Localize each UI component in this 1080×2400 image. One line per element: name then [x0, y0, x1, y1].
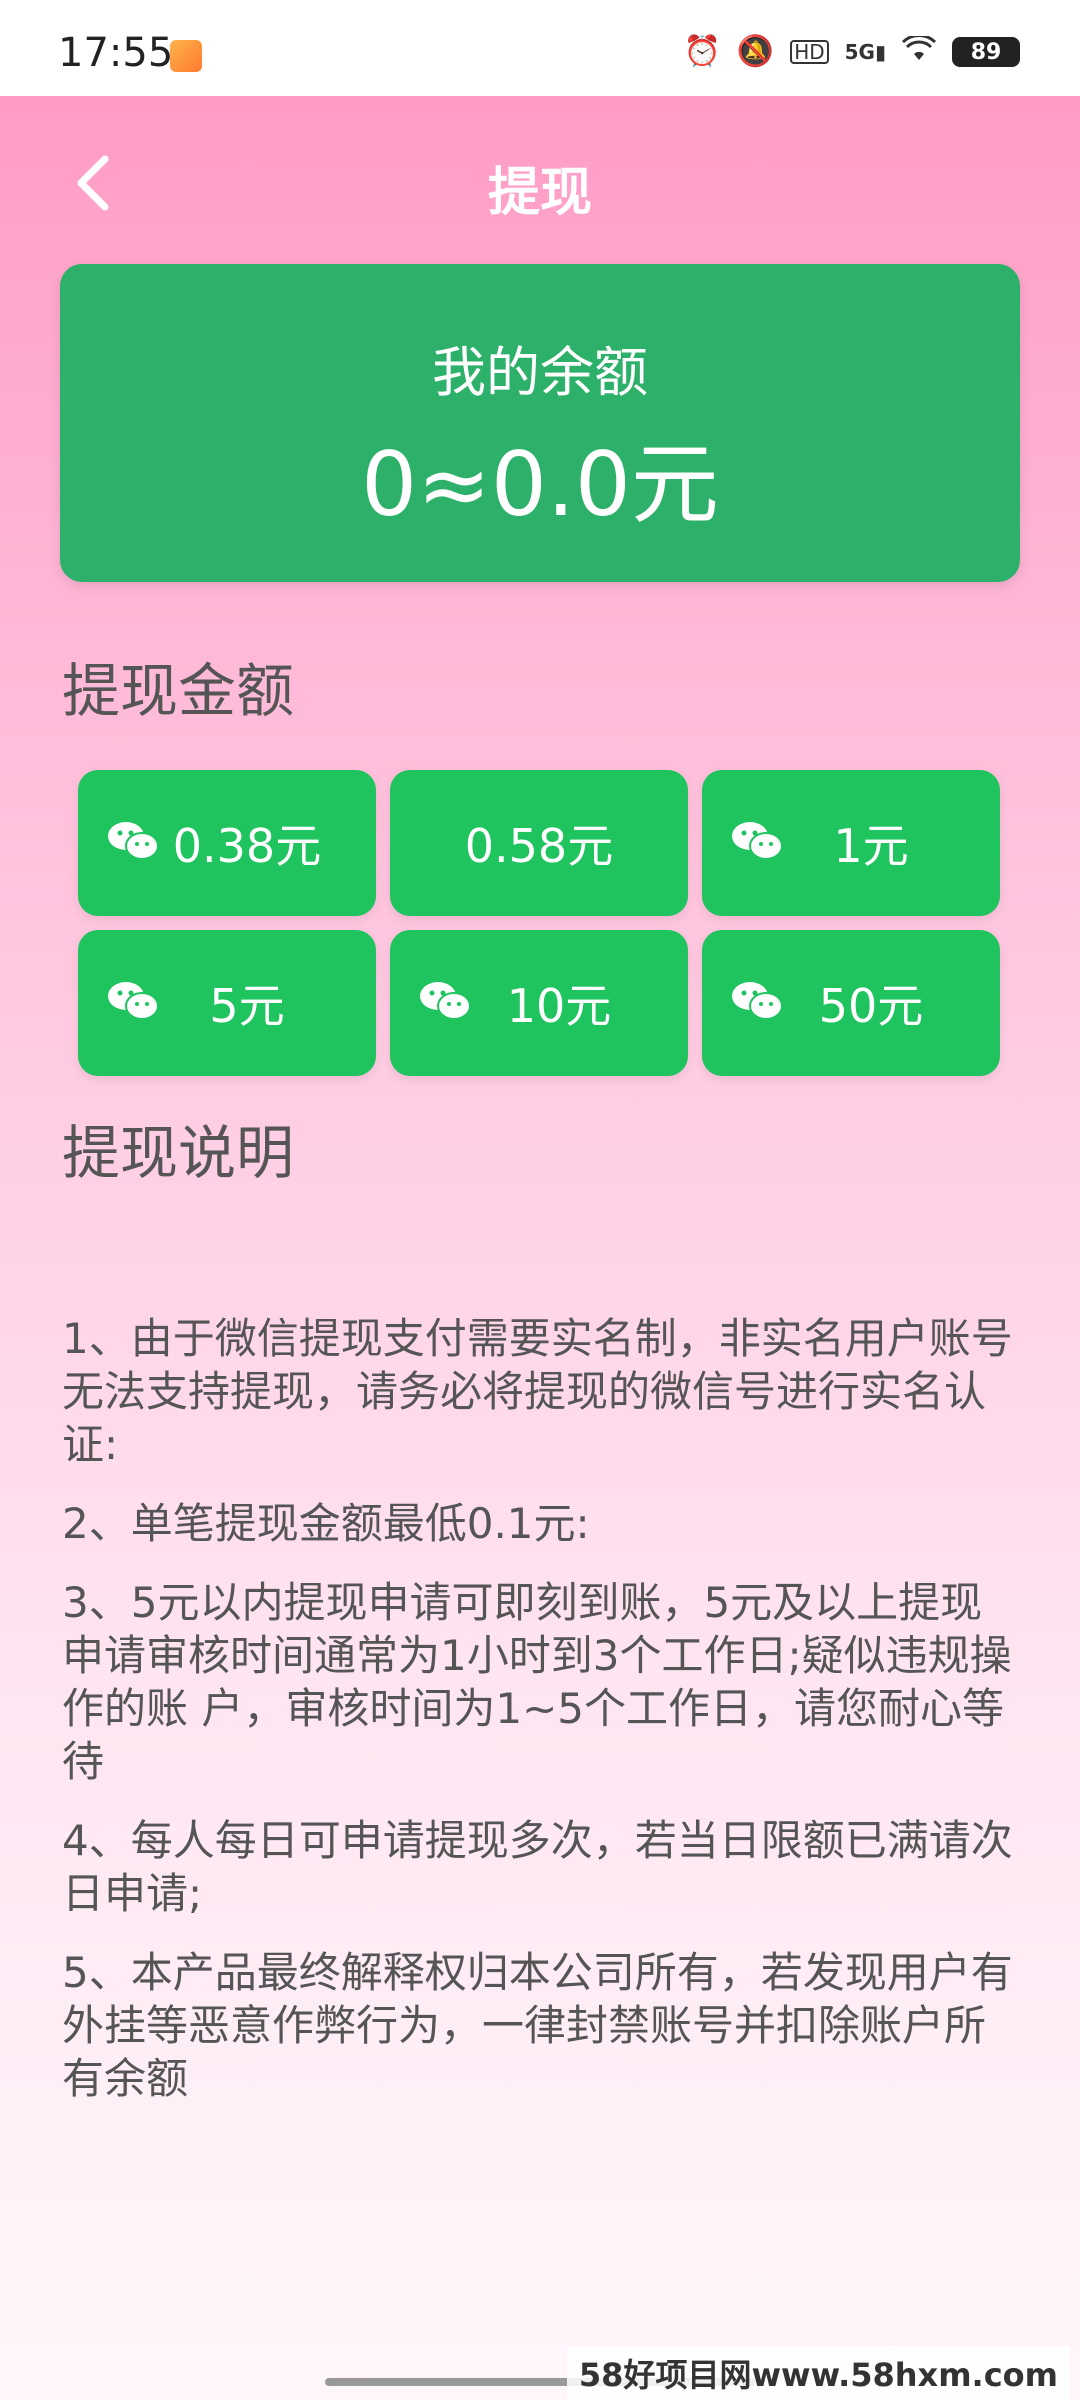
hd-icon: HD: [790, 40, 829, 64]
amount-label: 10元: [506, 979, 612, 1033]
amount-label: 5元: [209, 979, 285, 1033]
withdraw-notes-title: 提现说明: [62, 1119, 295, 1187]
note-item: 5、本产品最终解释权归本公司所有，若发现用户有外挂等恶意作弊行为，一律封禁账号并…: [62, 1948, 1013, 2103]
wifi-icon: [901, 34, 937, 68]
amount-label: 0.38元: [172, 819, 322, 873]
withdraw-page: 提现 我的余额 0≈0.0元 提现金额 0.38元 0.58元 1元 5元 10…: [0, 96, 1080, 2400]
watermark: 58好项目网www.58hxm.com: [566, 2346, 1070, 2400]
amount-option-5[interactable]: 5元: [78, 930, 376, 1076]
wechat-icon: [108, 822, 159, 860]
note-item: 3、5元以内提现申请可即刻到账，5元及以上提现申请审核时间通常为1小时到3个工作…: [62, 1578, 1012, 1786]
wechat-icon: [732, 982, 783, 1020]
mute-icon: 🔕: [736, 34, 775, 69]
header: 提现: [0, 96, 1080, 266]
note-item: 4、每人每日可申请提现多次，若当日限额已满请次日申请;: [62, 1816, 1013, 1918]
note-item: 2、单笔提现金额最低0.1元:: [62, 1499, 590, 1548]
amount-options: 0.38元 0.58元 1元 5元 10元 50元: [78, 770, 1002, 1076]
status-bar: 17:55 ⏰ 🔕 HD 5G▮ 89: [0, 0, 1080, 96]
withdraw-notes: 1、由于微信提现支付需要实名制，非实名用户账号无法支持提现，请务必将提现的微信号…: [62, 1312, 1022, 2131]
amount-option-50[interactable]: 50元: [702, 930, 1000, 1076]
amount-label: 50元: [818, 979, 924, 1033]
wechat-icon: [732, 822, 783, 860]
balance-card: 我的余额 0≈0.0元: [60, 264, 1020, 582]
amount-option-10[interactable]: 10元: [390, 930, 688, 1076]
amount-label: 1元: [833, 819, 909, 873]
note-item: 1、由于微信提现支付需要实名制，非实名用户账号无法支持提现，请务必将提现的微信号…: [62, 1314, 1013, 1469]
wechat-icon: [420, 982, 471, 1020]
status-icons: ⏰ 🔕 HD 5G▮ 89: [683, 34, 1020, 69]
battery-indicator: 89: [952, 37, 1020, 67]
app-notification-icon: [170, 40, 202, 72]
network-type: 5G: [844, 40, 875, 64]
amount-label: 0.58元: [464, 819, 614, 873]
status-time: 17:55: [58, 30, 174, 76]
amount-option-1[interactable]: 1元: [702, 770, 1000, 916]
5g-signal-icon: 5G▮: [844, 40, 886, 64]
wechat-icon: [108, 982, 159, 1020]
alarm-icon: ⏰: [683, 34, 721, 69]
amount-option-0-58[interactable]: 0.58元: [390, 770, 688, 916]
amount-option-0-38[interactable]: 0.38元: [78, 770, 376, 916]
page-title: 提现: [487, 163, 592, 223]
withdraw-amount-title: 提现金额: [62, 657, 295, 725]
balance-label: 我的余额: [432, 341, 648, 404]
balance-value: 0≈0.0元: [361, 433, 719, 536]
